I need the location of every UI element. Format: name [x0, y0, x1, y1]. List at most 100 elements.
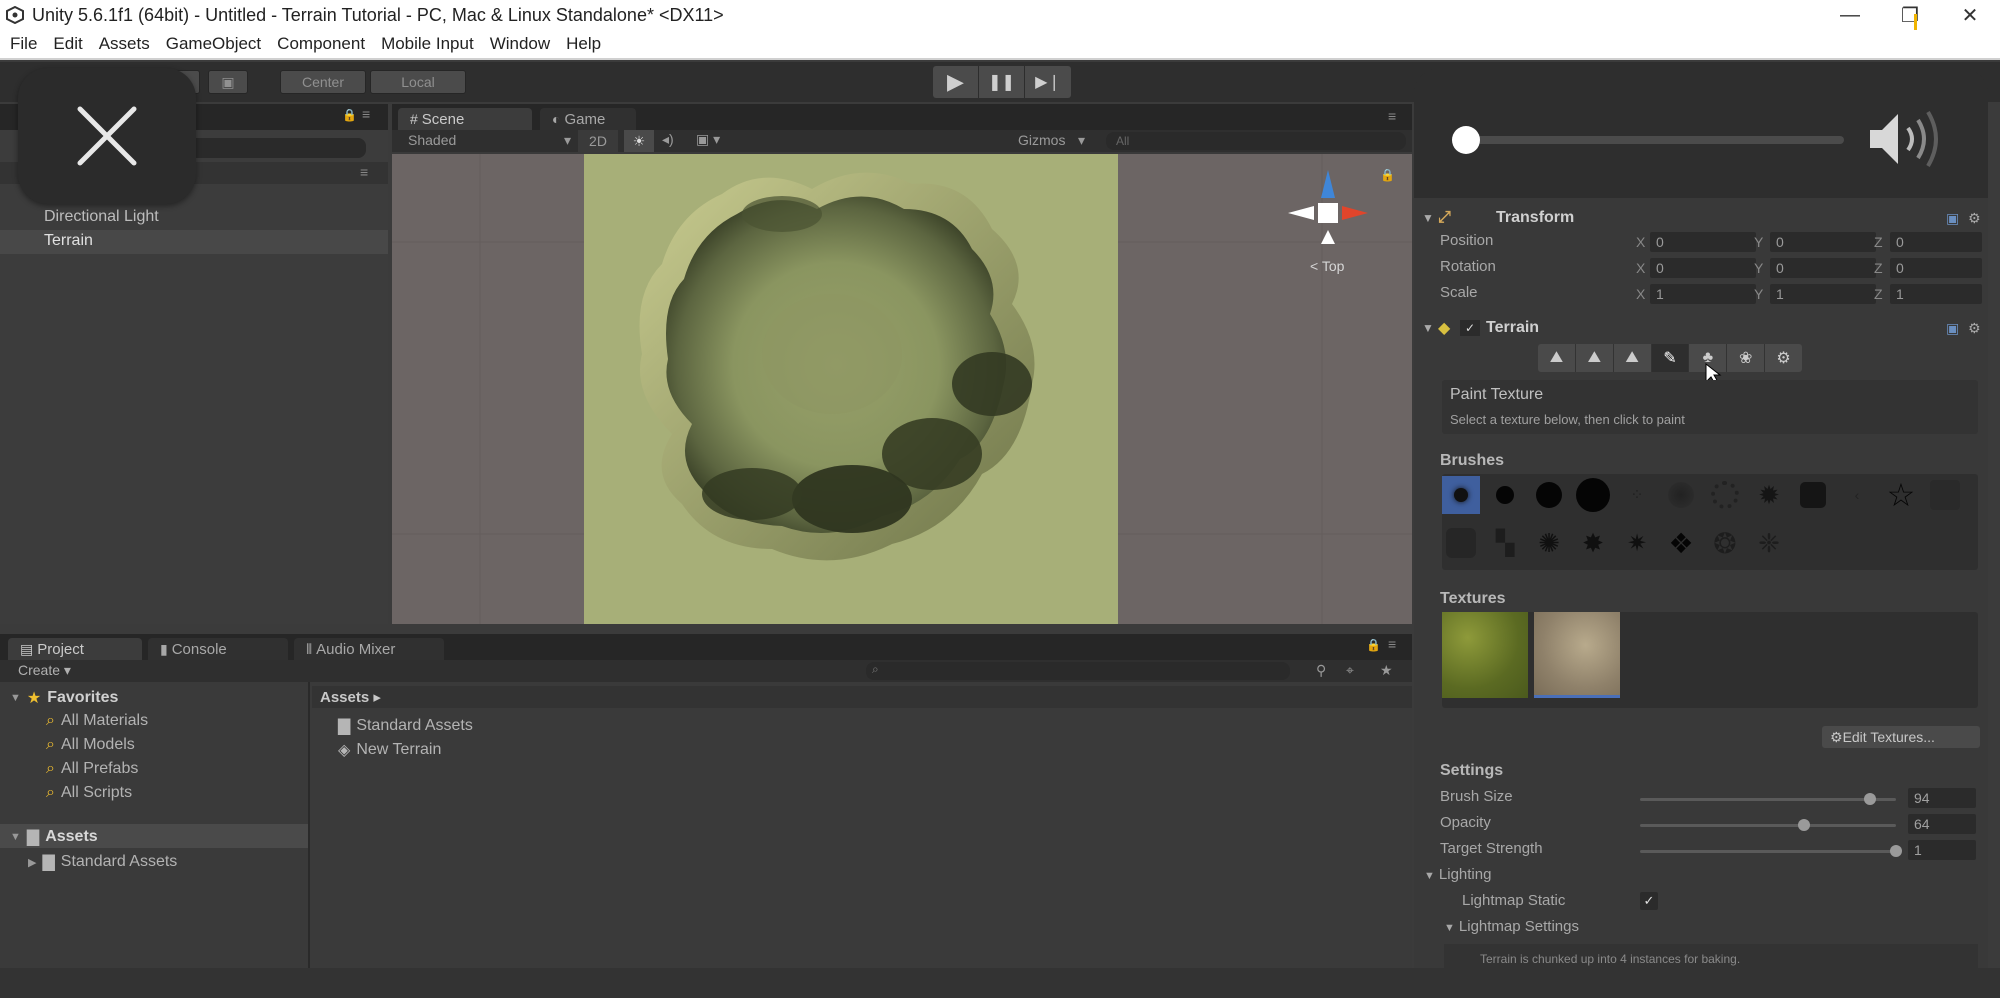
pivot-center-button[interactable]: Center: [280, 70, 366, 94]
rotation-x-field[interactable]: 0: [1650, 258, 1756, 278]
favorite-all-models[interactable]: ⌕ All Models: [46, 736, 135, 754]
gear-icon[interactable]: ⚙: [1968, 210, 1981, 227]
step-button[interactable]: ▶❘: [1025, 66, 1071, 98]
opacity-field[interactable]: 64: [1908, 814, 1976, 834]
scene-menu-icon[interactable]: ≡: [360, 164, 368, 180]
overlay-close-button[interactable]: [18, 68, 196, 204]
brush-medium-round[interactable]: [1530, 476, 1568, 514]
lighting-foldout[interactable]: ▼ Lighting: [1424, 866, 1491, 883]
rotation-y-field[interactable]: 0: [1770, 258, 1876, 278]
brush-branch[interactable]: ❈: [1750, 524, 1788, 562]
gear-icon[interactable]: ⚙: [1968, 320, 1981, 337]
brush-rough-square[interactable]: [1794, 476, 1832, 514]
asset-standard-assets-folder[interactable]: ▇ Standard Assets: [338, 716, 473, 736]
brush-bars[interactable]: ▚: [1486, 524, 1524, 562]
scale-y-field[interactable]: 1: [1770, 284, 1876, 304]
volume-slider-track[interactable]: [1466, 136, 1844, 144]
menu-mobile-input[interactable]: Mobile Input: [373, 29, 482, 59]
opacity-slider-track[interactable]: [1640, 824, 1896, 827]
effects-toggle-icon[interactable]: ▣ ▾: [696, 131, 720, 148]
position-z-field[interactable]: 0: [1890, 232, 1982, 252]
lock-icon[interactable]: 🔒: [1366, 638, 1381, 652]
panel-menu-icon[interactable]: ≡: [1388, 636, 1396, 652]
orientation-gizmo[interactable]: < Top: [1288, 168, 1368, 278]
brush-cloud-1[interactable]: [1662, 476, 1700, 514]
assets-foldout[interactable]: ▼ ▇ Assets: [10, 827, 98, 847]
lightmap-settings-foldout[interactable]: ▼ Lightmap Settings: [1444, 918, 1579, 935]
audio-toggle-icon[interactable]: ◂): [662, 131, 674, 148]
menu-gameobject[interactable]: GameObject: [158, 29, 269, 59]
speaker-icon[interactable]: [1866, 110, 1946, 168]
menu-assets[interactable]: Assets: [91, 29, 158, 59]
tree-standard-assets[interactable]: ▶ ▇ Standard Assets: [28, 852, 177, 872]
opacity-slider-knob[interactable]: [1797, 819, 1810, 831]
smooth-height-tool-icon[interactable]: ⛰: [1614, 344, 1652, 372]
gizmo-lock-icon[interactable]: 🔒: [1380, 168, 1395, 182]
2d-toggle[interactable]: 2D: [578, 130, 618, 152]
help-book-icon[interactable]: ▣: [1946, 210, 1959, 227]
raise-terrain-tool-icon[interactable]: ⛰: [1538, 344, 1576, 372]
favorites-foldout[interactable]: ▼ ★ Favorites: [10, 688, 118, 708]
close-window-button[interactable]: ✕: [1940, 0, 2000, 30]
asset-new-terrain[interactable]: ◈ New Terrain: [338, 740, 441, 760]
target-strength-slider-track[interactable]: [1640, 850, 1896, 853]
terrain-enabled-checkbox[interactable]: ✓: [1460, 320, 1480, 336]
scene-search-input[interactable]: All: [1106, 132, 1406, 150]
help-book-icon[interactable]: ▣: [1946, 320, 1959, 337]
favorite-all-materials[interactable]: ⌕ All Materials: [46, 712, 148, 730]
scene-menu-icon[interactable]: ≡: [1388, 108, 1396, 124]
lighting-toggle-icon[interactable]: ☀: [624, 130, 654, 152]
filter-by-type-icon[interactable]: ⚲: [1316, 662, 1326, 679]
maximize-button[interactable]: ❐: [1880, 0, 1940, 30]
pause-button[interactable]: ❚❚: [979, 66, 1025, 98]
scale-x-field[interactable]: 1: [1650, 284, 1756, 304]
tab-project[interactable]: ▤ Project: [8, 638, 142, 660]
brush-splat-1[interactable]: ✹: [1750, 476, 1788, 514]
menu-component[interactable]: Component: [269, 29, 373, 59]
tab-game[interactable]: ◐ Game: [540, 108, 636, 130]
terrain-header[interactable]: ▼ ◆ ✓ Terrain ▣ ⚙: [1422, 316, 1988, 340]
brush-selected-soft[interactable]: [1442, 476, 1480, 514]
brush-splat-2[interactable]: ✺: [1530, 524, 1568, 562]
brush-noise-2[interactable]: [1442, 524, 1480, 562]
pivot-local-button[interactable]: Local: [370, 70, 466, 94]
paint-height-tool-icon[interactable]: ⛰: [1576, 344, 1614, 372]
target-strength-slider-knob[interactable]: [1890, 845, 1902, 857]
brush-cloud-2[interactable]: [1706, 476, 1744, 514]
brush-ring[interactable]: ❂: [1706, 524, 1744, 562]
brush-star[interactable]: ☆: [1882, 476, 1920, 514]
menu-edit[interactable]: Edit: [45, 29, 90, 59]
dirt-texture-swatch[interactable]: [1534, 612, 1620, 698]
project-search-input[interactable]: ⌕: [866, 662, 1290, 680]
position-x-field[interactable]: 0: [1650, 232, 1756, 252]
grass-texture-swatch[interactable]: [1442, 612, 1528, 698]
brush-noise[interactable]: [1926, 476, 1964, 514]
gizmos-dropdown[interactable]: Gizmos: [1018, 132, 1065, 148]
tab-scene[interactable]: # Scene: [398, 108, 532, 130]
brush-large-round[interactable]: [1574, 476, 1612, 514]
terrain-settings-tool-icon[interactable]: ⚙: [1765, 344, 1802, 372]
panel-menu-icon[interactable]: ≡: [362, 106, 370, 122]
favorite-all-prefabs[interactable]: ⌕ All Prefabs: [46, 760, 138, 778]
minimize-button[interactable]: —: [1820, 0, 1880, 30]
favorite-star-icon[interactable]: ★: [1380, 662, 1393, 679]
volume-slider-knob[interactable]: [1452, 126, 1480, 154]
brush-size-field[interactable]: 94: [1908, 788, 1976, 808]
rect-tool-button[interactable]: ▣: [208, 70, 248, 94]
brush-size-slider-track[interactable]: [1640, 798, 1896, 801]
scene-viewport[interactable]: < Top 🔒: [392, 154, 1412, 624]
lock-icon[interactable]: 🔒: [342, 108, 357, 122]
brush-splat-3[interactable]: ✸: [1574, 524, 1612, 562]
menu-file[interactable]: File: [0, 29, 45, 59]
edit-textures-button[interactable]: ⚙Edit Textures...: [1822, 726, 1980, 748]
tab-console[interactable]: ▮ Console: [148, 638, 288, 660]
paint-details-tool-icon[interactable]: ❀: [1727, 344, 1766, 372]
transform-header[interactable]: ▼ ⤢ Transform ▣ ⚙: [1422, 206, 1988, 230]
play-button[interactable]: ▶: [933, 66, 979, 98]
position-y-field[interactable]: 0: [1770, 232, 1876, 252]
brush-dash[interactable]: ‹: [1838, 476, 1876, 514]
menu-window[interactable]: Window: [482, 29, 558, 59]
brush-small-round[interactable]: [1486, 476, 1524, 514]
favorite-all-scripts[interactable]: ⌕ All Scripts: [46, 784, 132, 802]
target-strength-field[interactable]: 1: [1908, 840, 1976, 860]
